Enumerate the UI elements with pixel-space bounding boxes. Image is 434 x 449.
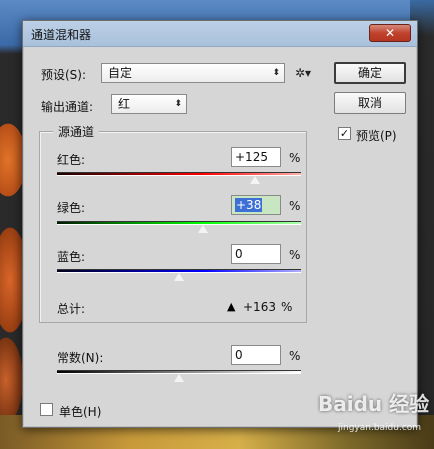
warning-icon: ▲ [227,300,236,313]
total-label: 总计: [57,302,86,316]
red-value: +125 [235,150,268,164]
baidu-watermark: Baidu 经验 [318,392,430,416]
green-slider-thumb[interactable] [197,224,210,234]
dialog-titlebar[interactable]: 通道混和器 ✕ [23,21,417,47]
channel-mixer-dialog: 通道混和器 ✕ 预设(S): 自定 ⬍ ✲▾ 输出通道: 红 ⬍ 确定 取消 ✓… [22,20,418,428]
green-value: +38 [235,198,263,212]
constant-unit: % [289,349,301,363]
blue-value: 0 [235,247,243,261]
output-channel-label: 输出通道: [41,100,94,114]
gear-icon[interactable]: ✲▾ [295,66,311,80]
updown-arrow-icon: ⬍ [174,99,182,109]
green-value-field[interactable]: +38 [231,195,281,215]
red-label: 红色: [57,153,86,167]
total-unit: % [281,300,293,314]
red-unit: % [289,151,301,165]
checkmark-icon: ✓ [339,127,350,140]
preset-label: 预设(S): [41,68,87,82]
constant-value-field[interactable]: 0 [231,345,281,365]
output-channel-value: 红 [118,97,131,111]
monochrome-checkbox[interactable] [40,403,53,416]
constant-value: 0 [235,348,243,362]
total-value: +163 [243,300,276,314]
blue-slider-thumb[interactable] [173,272,185,282]
constant-label: 常数(N): [57,351,104,365]
blue-unit: % [289,248,301,262]
red-value-field[interactable]: +125 [231,147,281,167]
preset-value: 自定 [108,66,133,80]
red-slider-thumb[interactable] [248,175,261,185]
green-slider-track[interactable] [57,221,301,225]
dialog-title: 通道混和器 [31,28,92,42]
preview-checkbox[interactable]: ✓ [338,127,351,140]
output-channel-select[interactable]: 红 ⬍ [111,94,187,114]
green-unit: % [289,199,301,213]
green-label: 绿色: [57,201,86,215]
blue-value-field[interactable]: 0 [231,244,281,264]
ok-button[interactable]: 确定 [334,62,406,84]
source-channels-title: 源通道 [53,123,100,140]
cancel-button[interactable]: 取消 [334,92,406,114]
close-icon: ✕ [384,26,396,40]
blue-label: 蓝色: [57,250,86,264]
red-slider-track[interactable] [57,172,301,176]
monochrome-label: 单色(H) [59,405,102,419]
preset-select[interactable]: 自定 ⬍ [101,63,285,83]
updown-arrow-icon: ⬍ [272,68,280,78]
baidu-watermark-url: jingyan.baidu.com [338,423,422,433]
close-button[interactable]: ✕ [369,24,411,42]
constant-slider-thumb[interactable] [173,373,185,383]
preview-label: 预览(P) [356,129,397,143]
